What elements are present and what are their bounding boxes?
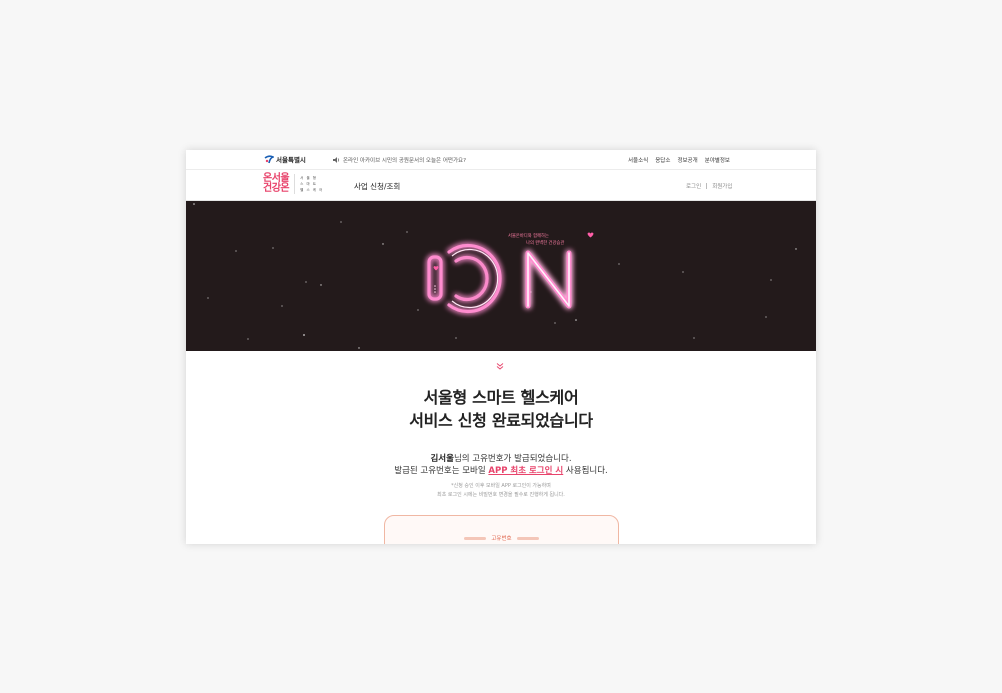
brand-logo[interactable]: 온서울 건강온 서 울 형 스 마 트 헬 스 케 어 xyxy=(263,174,323,194)
on-neon-logo xyxy=(427,243,572,314)
util-link-news[interactable]: 서울소식 xyxy=(628,156,648,164)
id-label-line-right xyxy=(516,536,539,540)
brand-divider xyxy=(294,174,296,194)
user-name: 김서울 xyxy=(430,454,454,464)
speaker-icon xyxy=(333,157,340,163)
message-line-2-suffix: 사용됩니다. xyxy=(563,466,608,476)
util-link-field-info[interactable]: 분야별정보 xyxy=(705,156,730,164)
completion-section: 서울형 스마트 헬스케어 서비스 신청 완료되었습니다 김서울님의 고유번호가 … xyxy=(186,351,816,544)
title-line-1: 서울형 스마트 헬스케어 xyxy=(423,388,579,407)
heart-icon xyxy=(587,232,594,238)
login-link[interactable]: 로그인 xyxy=(686,182,701,190)
seoul-city-logo[interactable]: 서울특별시 xyxy=(264,154,306,164)
notice-text: 온라인 아카이브 시민의 공원문서의 오늘은 어떤가요? xyxy=(343,158,466,164)
title-line-2: 서비스 신청 완료되었습니다 xyxy=(409,411,593,430)
unique-id-card: 고유번호 xyxy=(384,515,619,544)
completion-title: 서울형 스마트 헬스케어 서비스 신청 완료되었습니다 xyxy=(186,386,816,432)
id-label-row: 고유번호 xyxy=(385,534,618,542)
banner-art: 서울온바디와 함께하는 나의 완벽한 건강습관 xyxy=(193,203,797,349)
brand-line-2: 건강온 xyxy=(263,183,290,194)
fine-print: *신청 승인 이후 모바일 APP 로그인이 가능하며 최초 로그인 시에는 비… xyxy=(186,482,816,499)
util-link-response[interactable]: 응답소 xyxy=(655,156,670,164)
signup-link[interactable]: 회원가입 xyxy=(712,182,732,190)
fine-line-2: 최초 로그인 시에는 비밀번호 변경을 필수로 진행하게 됩니다. xyxy=(437,491,565,498)
site-header: 온서울 건강온 서 울 형 스 마 트 헬 스 케 어 사업 신청/조회 로그인… xyxy=(186,170,816,201)
message-line-2-prefix: 발급된 고유번호는 모바일 xyxy=(394,466,489,476)
app-login-highlight: APP 최초 로그인 시 xyxy=(488,466,564,476)
completion-message: 김서울님의 고유번호가 발급되었습니다. 발급된 고유번호는 모바일 APP 최… xyxy=(186,453,816,477)
id-label-line-left xyxy=(464,536,487,540)
notice-ticker[interactable]: 온라인 아카이브 시민의 공원문서의 오늘은 어떤가요? xyxy=(333,156,466,164)
utility-links: 서울소식 응답소 정보공개 분야별정보 xyxy=(628,156,730,164)
message-line-2: 발급된 고유번호는 모바일 APP 최초 로그인 시 사용됩니다. xyxy=(186,465,816,477)
browser-page: 서울특별시 온라인 아카이브 시민의 공원문서의 오늘은 어떤가요? 서울소식 … xyxy=(186,150,816,544)
tagline-line-1: 서울온바디와 함께하는 xyxy=(508,232,549,239)
id-label: 고유번호 xyxy=(491,536,512,542)
hero-banner: 서울온바디와 함께하는 나의 완벽한 건강습관 xyxy=(186,201,816,351)
tagline-line-2: 나의 완벽한 건강습관 xyxy=(526,239,564,246)
star-field xyxy=(193,203,797,349)
message-line-1: 김서울님의 고유번호가 발급되었습니다. xyxy=(186,453,816,465)
auth-links: 로그인 회원가입 xyxy=(686,182,732,190)
brand-title: 온서울 건강온 xyxy=(263,174,290,194)
util-link-info-disclosure[interactable]: 정보공개 xyxy=(677,156,697,164)
auth-divider xyxy=(706,183,708,189)
city-name: 서울특별시 xyxy=(276,156,306,164)
utility-bar: 서울특별시 온라인 아카이브 시민의 공원문서의 오늘은 어떤가요? 서울소식 … xyxy=(186,150,816,170)
brand-sub-line-3: 헬 스 케 어 xyxy=(300,188,324,192)
seoul-logo-icon xyxy=(264,154,274,163)
brand-subtitle: 서 울 형 스 마 트 헬 스 케 어 xyxy=(300,175,323,193)
nav-item-apply[interactable]: 사업 신청/조회 xyxy=(354,181,400,192)
fine-line-1: *신청 승인 이후 모바일 APP 로그인이 가능하며 xyxy=(451,483,551,489)
message-line-1-text: 님의 고유번호가 발급되었습니다. xyxy=(453,454,572,464)
chevron-down-icon xyxy=(496,363,504,370)
banner-tagline: 서울온바디와 함께하는 나의 완벽한 건강습관 xyxy=(508,232,594,246)
